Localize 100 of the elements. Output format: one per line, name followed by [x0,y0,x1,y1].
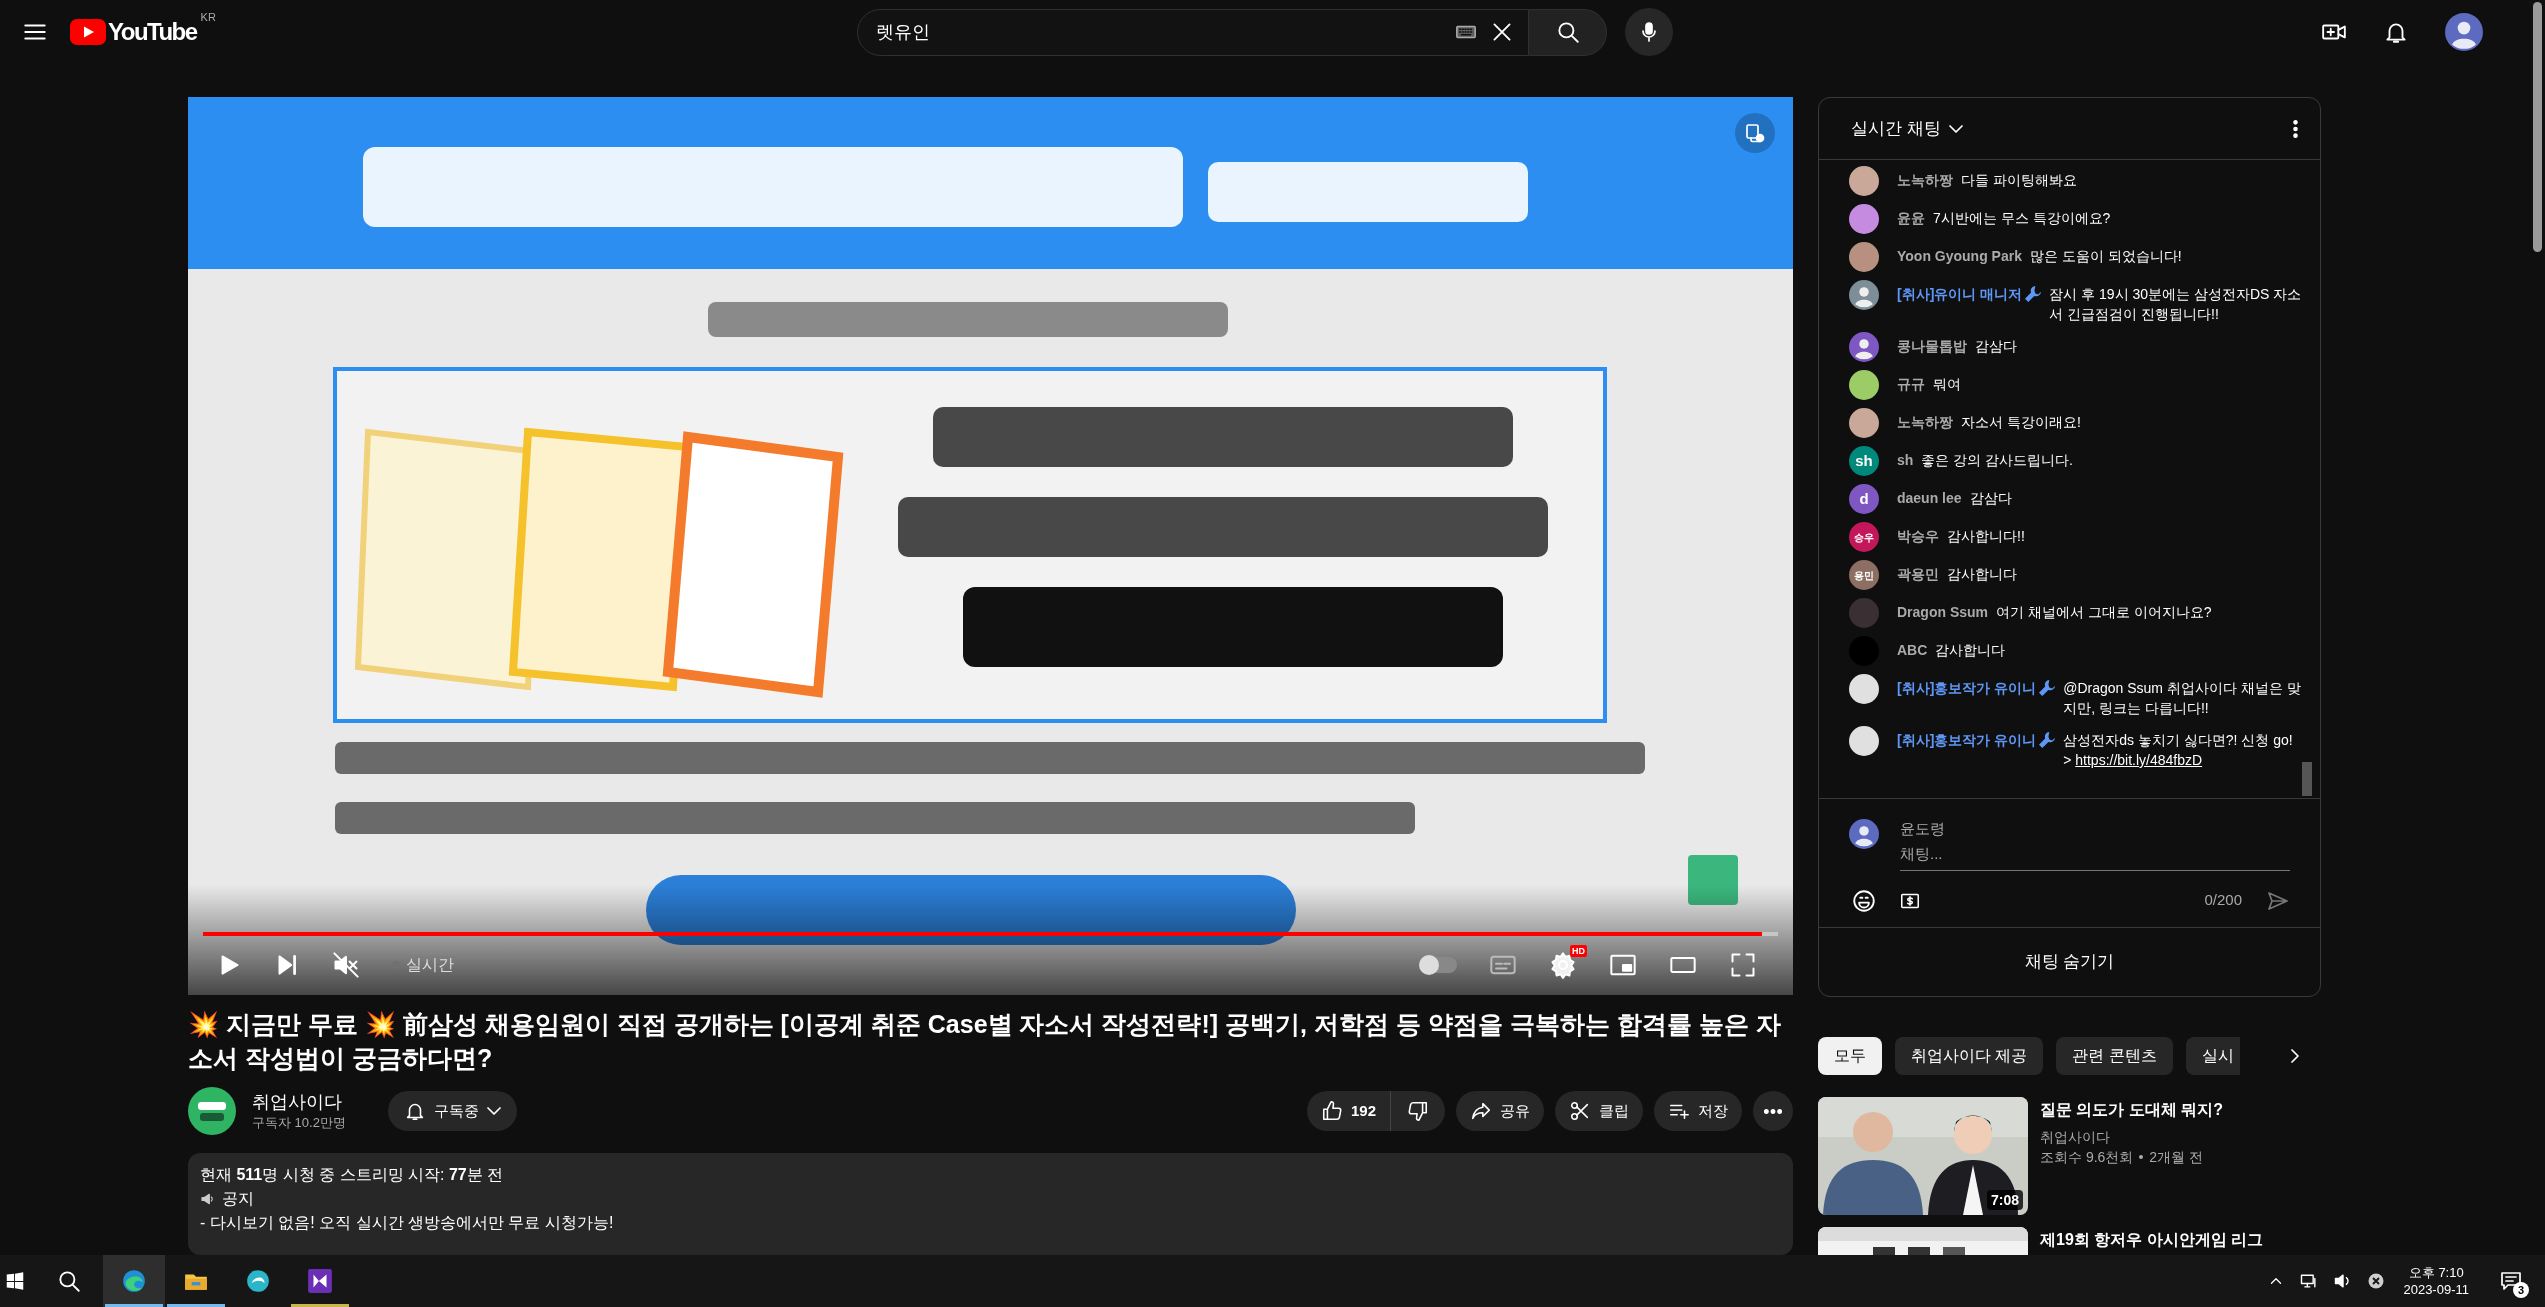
chat-author[interactable]: [취사]홍보작가 유이니 [1897,678,2037,698]
search-field[interactable]: 렛유인 [857,8,1529,56]
chat-message-text: 7시반에는 무스 특강이에요? [1933,209,2112,228]
thumbs-up-icon [1320,1100,1343,1122]
chat-author[interactable]: sh [1897,450,1914,470]
hide-chat-button[interactable]: 채팅 숨기기 [1819,927,2320,996]
more-button[interactable] [1753,1091,1793,1131]
chat-message-text: 감사합니다 [1935,641,2007,660]
chat-message-text: 감삼다 [1969,489,2013,508]
user-avatar [1849,819,1879,849]
chat-message-text: 다들 파이팅해봐요 [1961,171,2078,190]
browser-icon [121,1268,147,1294]
video-title[interactable]: 제19회 항저우 아시안게임 리그 [2040,1229,2264,1251]
share-button[interactable]: 공유 [1456,1091,1544,1131]
chevron-down-icon [486,1107,501,1115]
filter-chip[interactable]: 모두 [1818,1037,1882,1075]
notification-count: 3 [2513,1282,2529,1298]
chat-author[interactable]: 노녹하짱 [1897,412,1953,432]
chevron-down-icon [1948,124,1963,133]
chat-message-text: 잠시 후 19시 30분에는 삼성전자DS 자소서 긴급점검이 진행됩니다!! [2049,285,2302,324]
wrench-icon [2039,732,2056,748]
subscriber-count: 구독자 10.2만명 [252,1114,346,1132]
chat-author[interactable]: 박승우 [1897,526,1939,546]
chat-message-text: 감삼다 [1975,337,2018,356]
logo-text[interactable]: YouTube [108,20,197,44]
taskbar-button[interactable] [103,1255,165,1307]
cards-icon [1743,121,1767,145]
scrollbar-thumb[interactable] [2302,762,2312,796]
subscribed-button[interactable]: 구독중 [387,1091,517,1131]
chat-message-text: 많은 도움이 되었습니다! [2030,247,2183,266]
notifications-icon[interactable] [2499,1269,2523,1293]
chat-author[interactable]: Yoon Gyoung Park [1897,246,2022,266]
chat-input-field[interactable]: 채팅... [1900,843,2290,871]
app-icon [245,1268,271,1294]
chat-message-text: 삼성전자ds 놓치기 싫다면?! 신청 go! > https://bit.ly/484fbzD [2063,731,2294,770]
filter-chip[interactable]: 취업사이다 제공 [1895,1037,2044,1075]
user-avatar: 용민 [1849,560,1879,590]
page-scrollbar-thumb[interactable] [2533,2,2542,252]
mute-icon[interactable] [332,951,360,979]
hd-badge: HD [1570,945,1587,957]
duration-badge: 7:08 [1986,1190,2023,1210]
chat-mode-dropdown[interactable]: 실시간 채팅 [1851,115,1963,142]
description-text: - 다시보기 없음! 오직 실시간 생방송에서만 무료 시청가능! [200,1213,615,1233]
separator-dot-icon [2139,1155,2144,1159]
chat-author[interactable]: [취사]유이니 매니저 [1897,284,2023,304]
user-name: 윤도령 [1900,819,1946,839]
chat-author[interactable]: Dragon Ssum [1897,602,1988,622]
more-icon[interactable] [2293,119,2298,138]
cards-button[interactable] [1735,113,1775,153]
chat-author[interactable]: 노녹하짱 [1897,170,1953,190]
scissors-icon [1569,1100,1591,1122]
chat-message-text: 감사합니다 [1947,565,2018,584]
filter-chip[interactable]: 관련 콘텐츠 [2056,1037,2173,1075]
stream-stats: 현재 511명 시청 중 스트리밍 시작: 77분 전 [200,1165,505,1185]
user-avatar: sh [1849,446,1879,476]
studio-icon [307,1268,333,1294]
account-avatar[interactable] [2445,13,2483,51]
user-avatar: d [1849,484,1879,514]
video-title: 💥 지금만 무료 💥 前삼성 채용임원이 직접 공개하는 [이공계 취준 Case별 자소서 작성전략!] 공백기, 저학점 등 약점을 극복하는 합격률 높은 자소서 작성법이 궁금하다면? [188,1009,1782,1074]
character-counter: 0/200 [2204,890,2242,911]
live-label[interactable]: 실시간 [406,953,454,977]
thumbs-down-icon [1407,1100,1429,1122]
filter-chip[interactable]: 실시 [2185,1037,2240,1075]
search-icon[interactable] [56,1268,82,1294]
user-avatar: 승우 [1849,522,1879,552]
voice-search-button[interactable] [1625,8,1673,56]
chat-message-text: 여기 채널에서 그대로 이어지나요? [1996,603,2213,622]
description-box[interactable]: 현재 511명 시청 중 스트리밍 시작: 77분 전 공지 - 다시보기 없음! 오직 실시간 생방송에서만 무료 시청가능! [188,1153,1793,1255]
region-label: KR [200,10,216,25]
chat-message-text: @Dragon Ssum 취업사이다 채널은 맞지만, 링크는 다릅니다!! [2063,679,2302,718]
clock[interactable]: 오후 7:10 2023-09-11 [2395,1264,2477,1298]
view-count: 조회수 9.6천회 [2040,1148,2134,1167]
wrench-icon [2025,286,2042,302]
chat-author[interactable]: 곽용민 [1897,564,1939,584]
clip-button[interactable]: 클립 [1555,1091,1643,1131]
channel-name[interactable]: 취업사이다 [252,1090,346,1114]
channel-name[interactable]: 취업사이다 [2040,1127,2224,1147]
windows-start-icon[interactable] [4,1270,26,1292]
video-title[interactable]: 질문 의도가 도대체 뭐지? [2040,1099,2224,1121]
chevron-right-icon[interactable] [2291,1049,2299,1063]
chat-author[interactable]: 콩나물톱밥 [1897,336,1967,356]
youtube-logo-icon[interactable] [70,19,106,45]
share-icon [1470,1100,1492,1122]
chat-author[interactable]: 윤윤 [1897,208,1925,228]
chat-author[interactable]: 규규 [1897,374,1925,394]
status-error-icon[interactable] [2367,1272,2386,1290]
channel-avatar[interactable] [188,1087,236,1135]
chat-author[interactable]: [취사]홍보작가 유이니 [1897,730,2037,750]
wrench-icon [2039,680,2056,696]
chat-message-text: 좋은 강의 감사드립니다. [1921,451,2074,470]
chat-link[interactable]: https://bit.ly/484fbzD [2075,752,2203,768]
chat-author[interactable]: daeun lee [1897,488,1962,508]
search-button[interactable] [1529,8,1607,56]
save-button[interactable]: 저장 [1654,1091,1742,1131]
autoplay-toggle[interactable] [1421,957,1457,973]
emoji-icon[interactable] [1851,887,1877,914]
chat-author[interactable]: ABC [1897,640,1928,660]
more-icon [1764,1108,1782,1114]
video-player[interactable]: 실시간 HD [188,97,1793,995]
fullscreen-icon[interactable] [1729,951,1757,979]
